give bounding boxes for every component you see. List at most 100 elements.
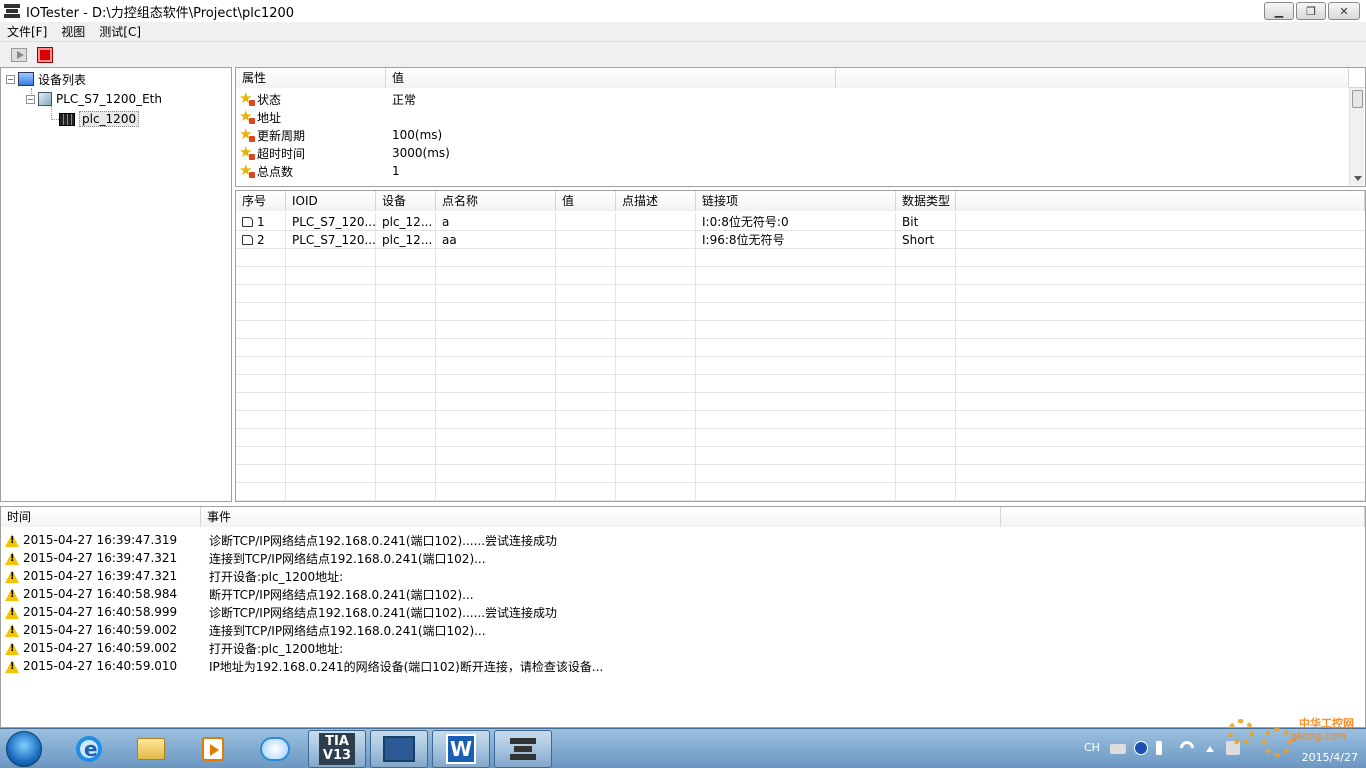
minimize-button[interactable]: ▁ (1264, 2, 1294, 20)
device-list-icon (18, 72, 34, 86)
table-cell-empty (696, 393, 896, 411)
taskbar-app-media[interactable] (184, 730, 242, 768)
pen-icon[interactable] (1156, 741, 1162, 755)
property-row[interactable]: 总点数 1 (236, 161, 1336, 180)
taskbar-app-tia[interactable]: TIA V13 (308, 730, 366, 768)
property-icon (239, 125, 255, 143)
column-header[interactable]: 设备 (376, 191, 436, 211)
table-cell-empty (896, 483, 956, 501)
table-cell-empty (616, 267, 696, 285)
property-scrollbar[interactable] (1349, 88, 1364, 185)
scroll-thumb[interactable] (1352, 90, 1363, 108)
table-cell-empty (896, 429, 956, 447)
collapse-icon[interactable]: − (26, 94, 35, 104)
ime-indicator[interactable]: CH (1084, 741, 1100, 754)
tree-node-channel[interactable]: − PLC_S7_1200_Eth (26, 90, 162, 108)
log-row[interactable]: 2015-04-27 16:40:59.002 连接到TCP/IP网络结点192.… (1, 621, 1365, 639)
menu-view[interactable]: 视图 (54, 23, 92, 40)
log-row[interactable]: 2015-04-27 16:39:47.321 打开设备:plc_1200地址: (1, 567, 1365, 585)
taskbar-app-explorer[interactable] (122, 730, 180, 768)
table-cell-empty (436, 285, 556, 303)
property-row[interactable]: 超时时间 3000(ms) (236, 143, 1336, 162)
warning-icon (5, 533, 19, 547)
table-cell-empty (436, 429, 556, 447)
log-row[interactable]: 2015-04-27 16:40:59.010 IP地址为192.168.0.24… (1, 657, 1365, 675)
table-row-empty (236, 357, 1365, 375)
column-header[interactable]: 点描述 (616, 191, 696, 211)
scroll-down-icon[interactable] (1354, 176, 1362, 181)
table-cell (556, 231, 616, 249)
column-header[interactable]: 值 (556, 191, 616, 211)
log-header: 时间 事件 (1, 507, 1365, 527)
column-header[interactable]: 值 (386, 68, 836, 88)
table-cell-empty (616, 285, 696, 303)
help-icon[interactable] (1134, 741, 1148, 755)
table-cell-empty (376, 285, 436, 303)
table-cell-empty (376, 267, 436, 285)
stop-button[interactable] (36, 46, 54, 64)
start-button[interactable] (6, 731, 42, 767)
log-row[interactable]: 2015-04-27 16:39:47.319 诊断TCP/IP网络结点192.1… (1, 531, 1365, 549)
table-row-empty (236, 393, 1365, 411)
taskbar-app-cloud[interactable] (246, 730, 304, 768)
table-cell-empty (236, 249, 286, 267)
watermark-gear-icon (1228, 719, 1254, 745)
table-cell-empty (616, 483, 696, 501)
table-cell-empty (286, 249, 376, 267)
table-cell-empty (236, 357, 286, 375)
log-row[interactable]: 2015-04-27 16:40:58.984 断开TCP/IP网络结点192.1… (1, 585, 1365, 603)
wifi-icon[interactable] (1177, 738, 1197, 758)
column-header[interactable]: IOID (286, 191, 376, 211)
property-row[interactable]: 地址 (236, 107, 1336, 126)
start-button[interactable] (10, 46, 28, 64)
property-name: 超时时间 (257, 146, 306, 161)
table-row[interactable]: 2 PLC_S7_120... plc_12... aa I:96:8位无符号 Short (236, 231, 1365, 249)
tia-version: V13 (322, 748, 352, 763)
close-button[interactable]: ✕ (1328, 2, 1360, 20)
column-header[interactable]: 点名称 (436, 191, 556, 211)
property-name: 状态 (257, 92, 282, 107)
property-row[interactable]: 更新周期 100(ms) (236, 125, 1336, 144)
tree-node-root[interactable]: − 设备列表 (6, 70, 86, 88)
table-cell-empty (376, 321, 436, 339)
show-hidden-icons-icon[interactable] (1206, 746, 1214, 752)
taskbar-app-screen[interactable] (370, 730, 428, 768)
point-index: 1 (257, 215, 265, 229)
table-cell (616, 231, 696, 249)
taskbar-app-iotester[interactable] (494, 730, 552, 768)
table-cell-empty (286, 303, 376, 321)
table-cell-empty (556, 339, 616, 357)
restore-button[interactable]: ❐ (1296, 2, 1326, 20)
column-header[interactable]: 链接项 (696, 191, 896, 211)
column-header[interactable]: 序号 (236, 191, 286, 211)
taskbar-app-word[interactable]: W (432, 730, 490, 768)
column-header-time[interactable]: 时间 (1, 507, 201, 527)
log-row[interactable]: 2015-04-27 16:39:47.321 连接到TCP/IP网络结点192.… (1, 549, 1365, 567)
log-row[interactable]: 2015-04-27 16:40:58.999 诊断TCP/IP网络结点192.1… (1, 603, 1365, 621)
clock-date[interactable]: 2015/4/27 (1302, 751, 1358, 764)
keyboard-icon[interactable] (1110, 744, 1126, 754)
column-header[interactable]: 数据类型 (896, 191, 956, 211)
table-row[interactable]: 1 PLC_S7_120... plc_12... a I:0:8位无符号:0 Bit (236, 213, 1365, 231)
log-row[interactable]: 2015-04-27 16:40:59.002 打开设备:plc_1200地址: (1, 639, 1365, 657)
table-cell-empty (436, 483, 556, 501)
table-cell: I:96:8位无符号 (696, 231, 896, 249)
table-cell-empty (236, 411, 286, 429)
table-cell-empty (376, 411, 436, 429)
column-header[interactable]: 属性 (236, 68, 386, 88)
log-event: 断开TCP/IP网络结点192.168.0.241(端口102)... (209, 587, 474, 602)
table-cell-empty (896, 249, 956, 267)
tree-node-device[interactable]: plc_1200 (59, 110, 140, 128)
system-tray: CH 中华工控网 gkong.com 2015/4/27 (1076, 717, 1366, 769)
menu-test[interactable]: 测试[C] (92, 23, 148, 40)
warning-icon (5, 587, 19, 601)
log-time: 2015-04-27 16:40:59.002 (23, 623, 178, 637)
collapse-icon[interactable]: − (6, 74, 15, 84)
table-cell-empty (286, 393, 376, 411)
window-title: IOTester - D:\力控组态软件\Project\plc1200 (26, 5, 295, 21)
column-header-event[interactable]: 事件 (201, 507, 1001, 527)
taskbar-app-ie[interactable] (60, 730, 118, 768)
menu-file[interactable]: 文件[F] (0, 23, 54, 40)
property-row[interactable]: 状态 正常 (236, 89, 1336, 108)
table-row-empty (236, 339, 1365, 357)
